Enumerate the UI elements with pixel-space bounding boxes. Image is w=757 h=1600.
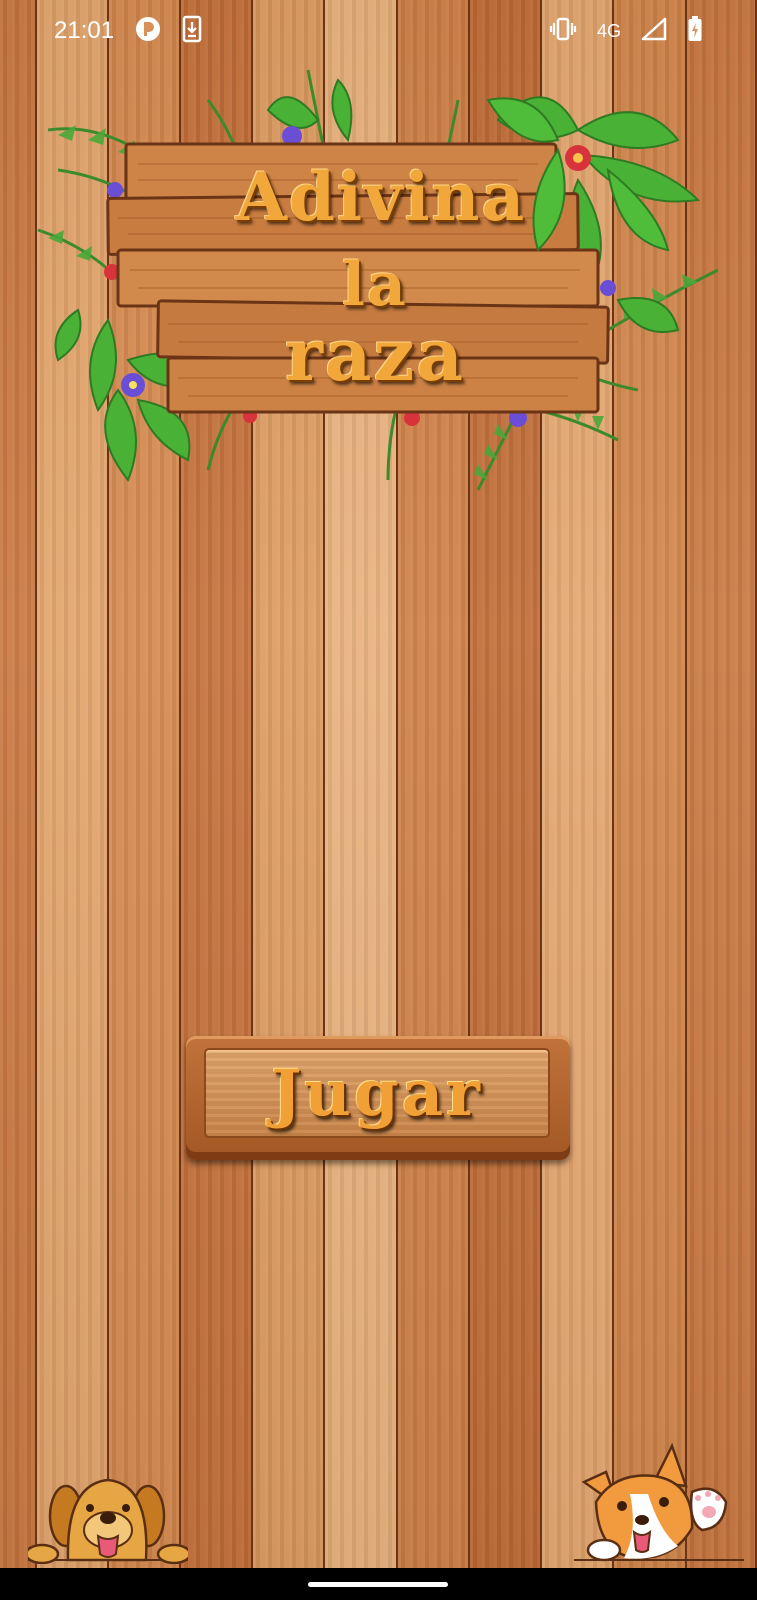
app-notification-icon bbox=[134, 15, 162, 48]
golden-retriever-peeking-icon bbox=[24, 1474, 192, 1568]
home-gesture-handle[interactable] bbox=[308, 1582, 448, 1587]
status-bar: 21:01 4G bbox=[0, 0, 757, 62]
download-icon bbox=[182, 15, 202, 48]
status-time: 21:01 bbox=[54, 17, 115, 44]
vibrate-icon bbox=[549, 17, 577, 46]
play-button-label: Jugar bbox=[271, 1056, 483, 1131]
navigation-bar bbox=[0, 1568, 757, 1600]
title-sign: Adivina la raza bbox=[18, 60, 748, 500]
corgi-waving-icon bbox=[574, 1442, 744, 1568]
title-line-2: la bbox=[342, 250, 408, 320]
play-button[interactable]: Jugar bbox=[186, 1036, 570, 1160]
network-type: 4G bbox=[596, 20, 621, 41]
play-button-face: Jugar bbox=[204, 1048, 550, 1138]
signal-icon bbox=[641, 17, 667, 46]
battery-charging-icon bbox=[687, 15, 703, 48]
title-line-3: raza bbox=[284, 312, 466, 397]
title-line-1: Adivina bbox=[235, 158, 527, 236]
